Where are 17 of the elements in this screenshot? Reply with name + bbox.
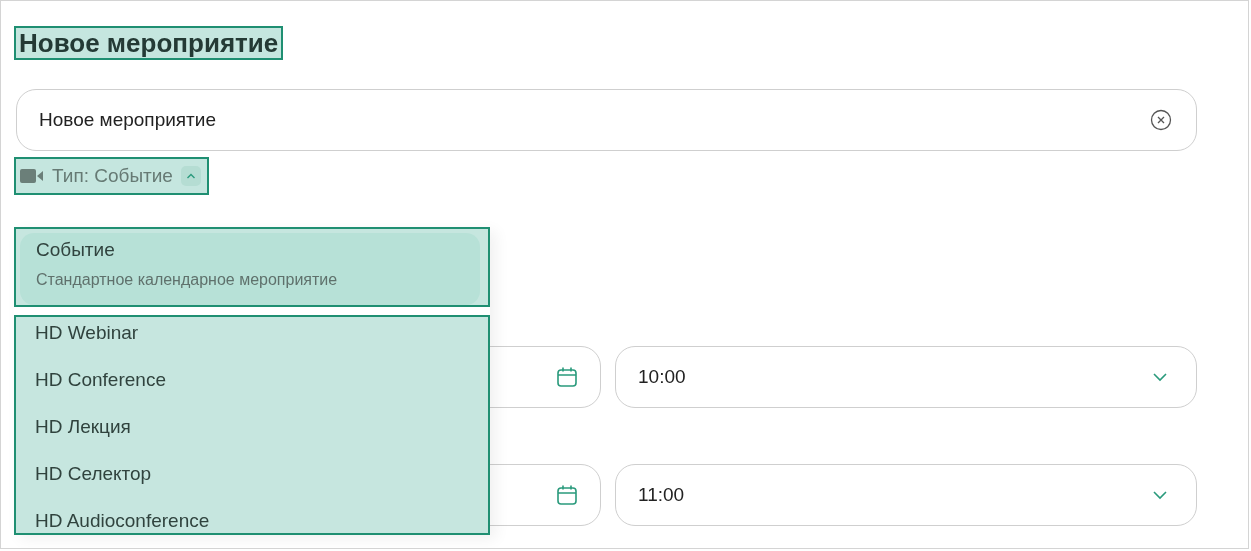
time-select-field[interactable]: 10:00 — [615, 346, 1197, 408]
calendar-icon — [556, 366, 578, 388]
menu-option[interactable]: Событие Стандартное календарное мероприятие — [20, 233, 480, 305]
chevron-down-icon — [1152, 372, 1168, 382]
clear-icon[interactable] — [1150, 109, 1172, 131]
menu-option[interactable]: HD Webinar — [16, 319, 488, 366]
chevron-down-icon — [1152, 490, 1168, 500]
menu-option[interactable]: HD Audioconference — [16, 507, 488, 533]
video-camera-icon — [20, 168, 44, 184]
page-title: Новое мероприятие — [14, 26, 284, 60]
menu-option[interactable]: HD Conference — [16, 366, 488, 413]
menu-option[interactable]: HD Селектор — [16, 460, 488, 507]
menu-option[interactable]: HD Лекция — [16, 413, 488, 460]
calendar-icon — [556, 484, 578, 506]
name-input-field[interactable]: Новое мероприятие — [16, 89, 1197, 151]
time-select-field[interactable]: 11:00 — [615, 464, 1197, 526]
caret-icon — [180, 166, 201, 186]
